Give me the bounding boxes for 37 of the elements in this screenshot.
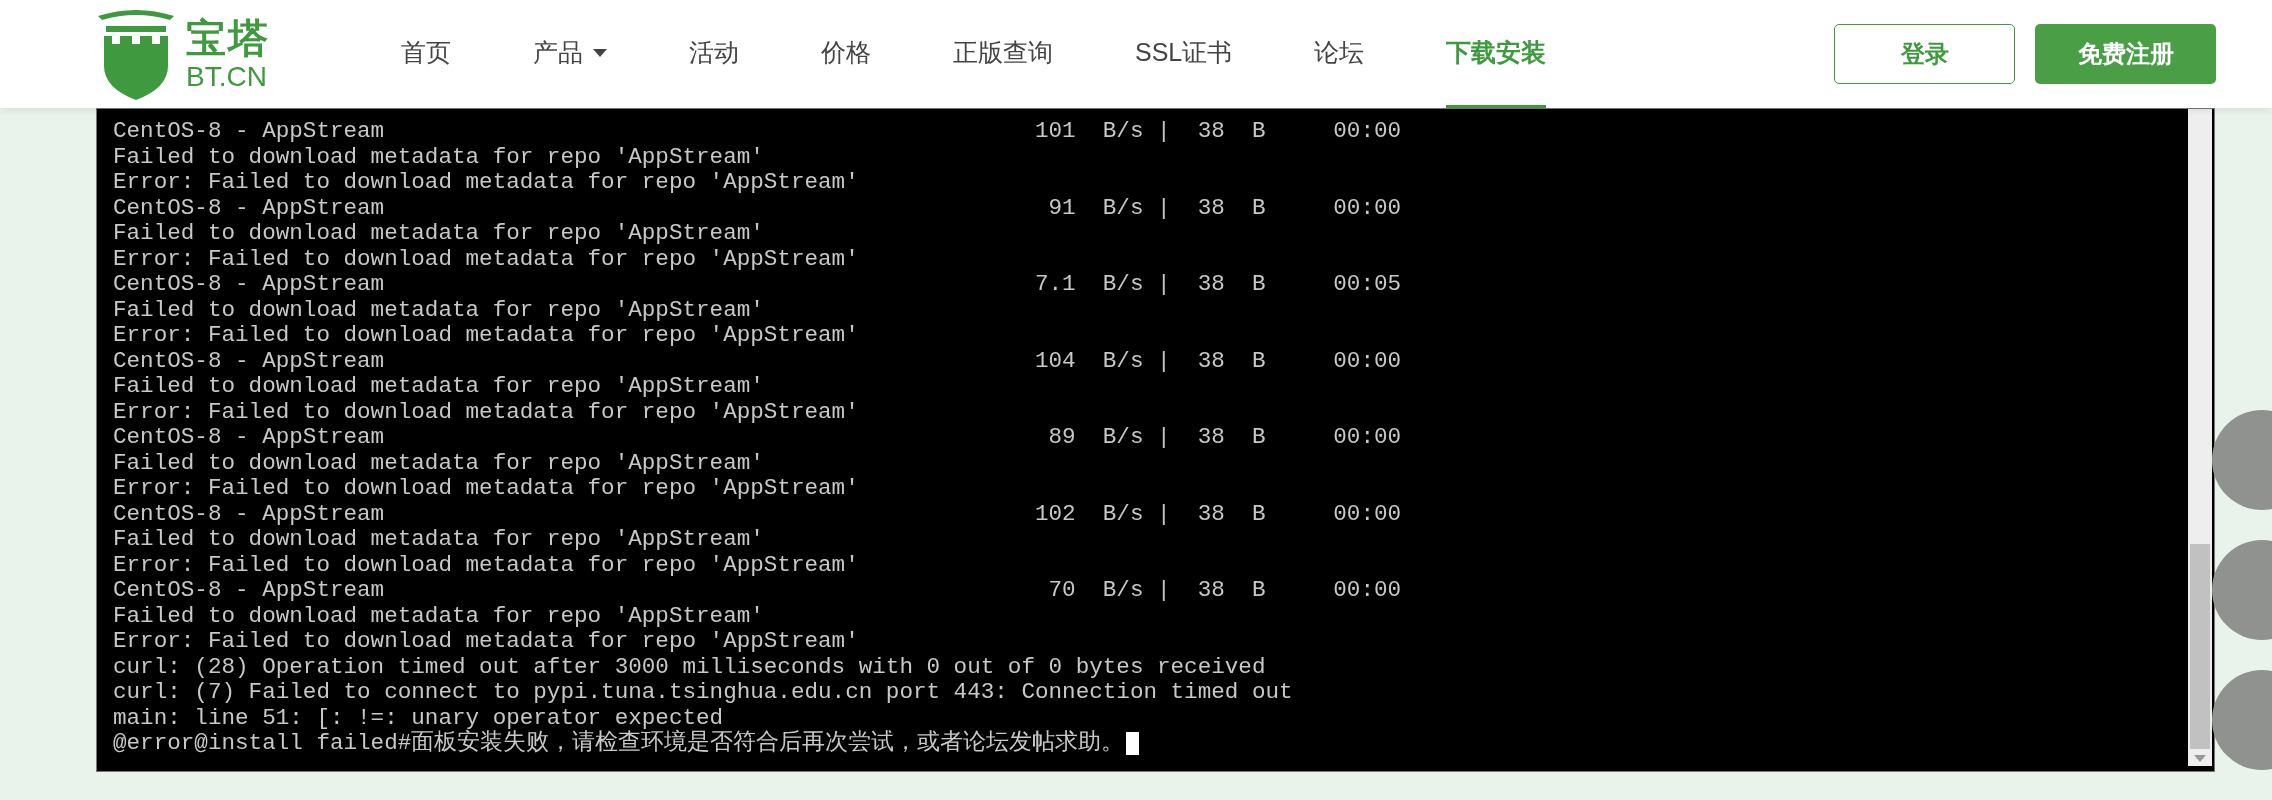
terminal-line: CentOS-8 - AppStream 89 B/s | 38 B 00:00 [113,425,1402,451]
nav-link[interactable]: 正版查询 [953,0,1053,108]
terminal-line: Failed to download metadata for repo 'AppStream' [113,450,764,476]
terminal-line: Error: Failed to download metadata for repo 'AppStream' [113,170,859,196]
nav-link[interactable]: 产品 [533,0,607,108]
logo-subtitle: BT.CN [186,61,268,93]
terminal-line: Failed to download metadata for repo 'AppStream' [113,297,764,323]
nav-link[interactable]: 论坛 [1314,0,1365,108]
nav-link[interactable]: 活动 [689,0,739,108]
terminal-line: Error: Failed to download metadata for repo 'AppStream' [113,629,859,655]
nav-link[interactable]: 价格 [821,0,871,108]
terminal-line: Error: Failed to download metadata for repo 'AppStream' [113,476,859,502]
terminal-line: CentOS-8 - AppStream 104 B/s | 38 B 00:00 [113,348,1402,374]
terminal-line: Failed to download metadata for repo 'AppStream' [113,221,764,247]
terminal-line: CentOS-8 - AppStream 91 B/s | 38 B 00:00 [113,195,1402,221]
terminal-line: Error: Failed to download metadata for repo 'AppStream' [113,246,859,272]
terminal-line: CentOS-8 - AppStream 102 B/s | 38 B 00:00 [113,501,1402,527]
logo-title: 宝塔 [186,15,270,61]
scrollbar-thumb[interactable] [2190,544,2210,749]
terminal-line: CentOS-8 - AppStream 101 B/s | 38 B 00:00 [113,119,1402,145]
terminal-line: Error: Failed to download metadata for repo 'AppStream' [113,552,859,578]
terminal-line: CentOS-8 - AppStream 70 B/s | 38 B 00:00 [113,578,1402,604]
terminal-line: Failed to download metadata for repo 'AppStream' [113,527,764,553]
terminal-line: curl: (28) Operation timed out after 3000 milliseconds with 0 out of 0 bytes received [113,654,1266,680]
terminal-line: CentOS-8 - AppStream 7.1 B/s | 38 B 00:05 [113,272,1402,298]
cursor-icon [1126,732,1140,756]
terminal-line: curl: (7) Failed to connect to pypi.tuna.tsinghua.edu.cn port 443: Connection timed out [113,680,1293,706]
terminal-line: Failed to download metadata for repo 'AppStream' [113,374,764,400]
terminal-line: Error: Failed to download metadata for repo 'AppStream' [113,323,859,349]
nav-link[interactable]: 首页 [401,0,451,108]
terminal-line: Failed to download metadata for repo 'AppStream' [113,144,764,170]
scrollbar[interactable] [2188,109,2212,766]
terminal-line: Error: Failed to download metadata for repo 'AppStream' [113,399,859,425]
nav-link[interactable]: SSL证书 [1135,0,1233,108]
terminal-line: main: line 51: [: !=: unary operator expected [113,705,724,731]
login-button[interactable]: 登录 [1834,24,2015,84]
terminal-line: Failed to download metadata for repo 'AppStream' [113,603,764,629]
